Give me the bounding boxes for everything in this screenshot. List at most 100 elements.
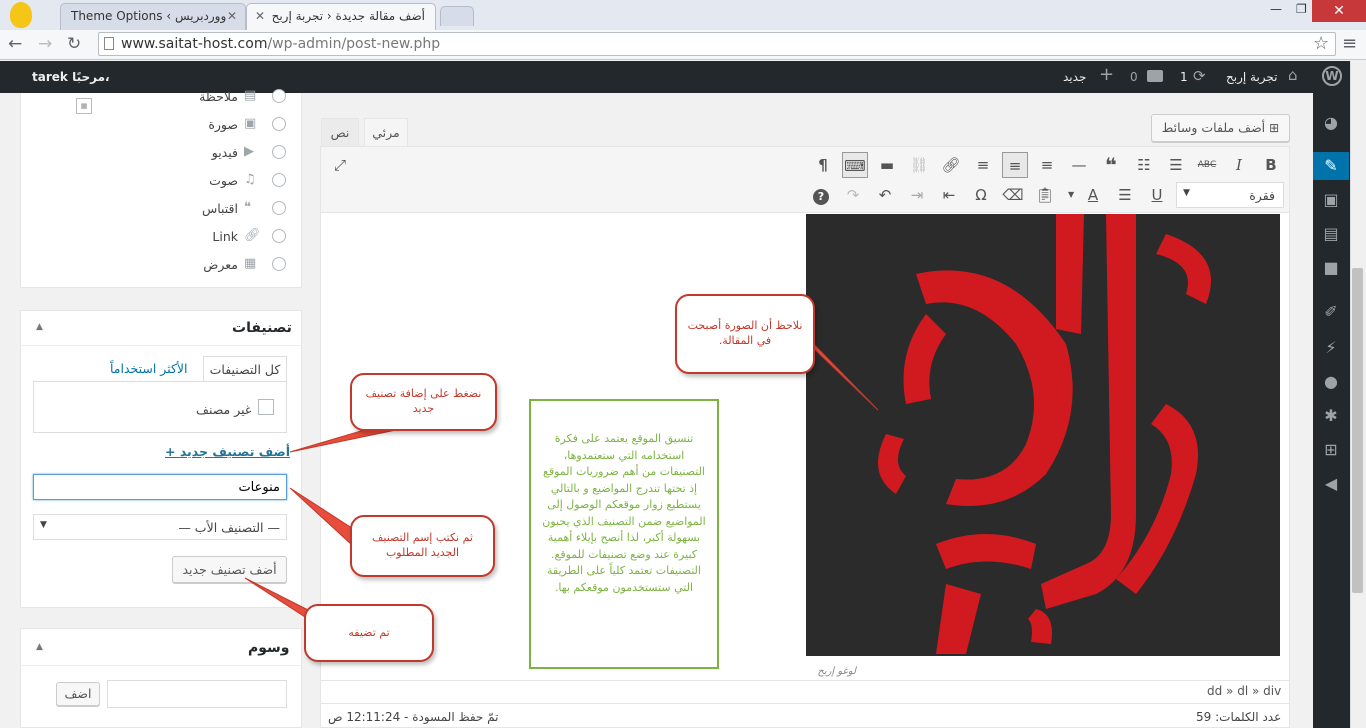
address-bar[interactable]: www.saitat-host.com/wp-admin/post-new.ph…	[98, 32, 1336, 56]
posts-pin-icon[interactable]: ✎	[1313, 152, 1349, 180]
comments-menu-icon[interactable]: ■	[1313, 254, 1349, 282]
video-icon: ▶	[244, 144, 254, 159]
clear-formatting-icon[interactable]: ⌫	[1000, 182, 1026, 208]
parent-category-select[interactable]: — التصنيف الأب — ▼	[33, 514, 287, 540]
text-color-icon[interactable]: A	[1080, 182, 1106, 208]
tags-title: وسوم	[248, 640, 290, 656]
media-icon[interactable]: ▣	[1313, 186, 1349, 214]
window-close-button[interactable]: ✕	[1312, 0, 1366, 22]
close-tab-icon[interactable]: ✕	[255, 9, 265, 23]
align-right-icon[interactable]: ≡	[970, 152, 996, 178]
settings-icon[interactable]: ⊞	[1313, 436, 1349, 464]
wordpress-logo-icon[interactable]: W	[1322, 66, 1342, 86]
numbered-list-icon[interactable]: ☷	[1131, 152, 1157, 178]
post-logo-image[interactable]	[806, 214, 1280, 656]
strikethrough-icon[interactable]: ABC	[1194, 152, 1220, 178]
category-checkbox[interactable]	[258, 399, 274, 415]
tools-icon[interactable]: ✱	[1313, 402, 1349, 430]
italic-icon[interactable]: I	[1226, 152, 1252, 178]
close-tab-icon[interactable]: ✕	[227, 9, 237, 23]
horizontal-line-icon[interactable]: —	[1066, 152, 1092, 178]
collapse-tags-icon[interactable]: ▲	[36, 642, 43, 652]
add-new-category-button[interactable]: أضف تصنيف جديد	[172, 556, 287, 583]
format-radio[interactable]	[272, 89, 286, 103]
dashboard-icon[interactable]: ◕	[1313, 109, 1349, 137]
format-option[interactable]: معرض ▦	[160, 254, 290, 276]
site-name-link[interactable]: تجربة إربح	[1226, 70, 1278, 84]
format-radio[interactable]	[272, 257, 286, 271]
rtl-icon[interactable]: ¶	[810, 152, 836, 178]
indent-icon[interactable]: ⇥	[904, 182, 930, 208]
special-character-icon[interactable]: Ω	[968, 182, 994, 208]
bold-icon[interactable]: B	[1258, 152, 1284, 178]
format-option[interactable]: Link 🔗︎	[160, 226, 290, 248]
add-media-icon: ⊞	[1269, 121, 1280, 135]
new-tab-button[interactable]	[440, 6, 474, 26]
tag-input[interactable]	[107, 680, 287, 708]
redo-icon[interactable]: ↷	[840, 182, 866, 208]
comments-icon[interactable]	[1147, 70, 1163, 82]
browser-tab-new-post[interactable]: أضف مقالة جديدة ‹ تجربة إربح ✕	[246, 3, 436, 30]
forward-icon[interactable]: →	[38, 34, 52, 54]
bookmark-star-icon[interactable]: ☆	[1313, 33, 1329, 54]
format-radio[interactable]	[272, 145, 286, 159]
minimize-icon[interactable]: —	[1270, 2, 1282, 16]
add-media-button[interactable]: ⊞ أضف ملفات وسائط	[1151, 114, 1290, 142]
tab-all-categories[interactable]: كل التصنيفات	[203, 356, 287, 382]
appearance-icon[interactable]: ✐	[1313, 298, 1349, 326]
add-tag-button[interactable]: اضف	[56, 682, 100, 706]
collapse-menu-icon[interactable]: ◀	[1313, 470, 1349, 498]
plus-icon[interactable]: +	[1099, 64, 1114, 85]
restore-icon[interactable]: ❐	[1296, 2, 1307, 16]
format-option[interactable]: فيديو ▶	[160, 142, 290, 164]
paragraph-format-select[interactable]: فقرة ▼	[1176, 182, 1284, 208]
updates-icon[interactable]: ⟳	[1193, 67, 1206, 85]
format-radio[interactable]	[272, 117, 286, 131]
menu-icon[interactable]: ≡	[1342, 33, 1357, 54]
browser-tab-theme-options[interactable]: Theme Options ‹ ووردبريس ✕	[60, 3, 246, 30]
format-option[interactable]: صورة ▣	[160, 114, 290, 136]
bulleted-list-icon[interactable]: ☰	[1163, 152, 1189, 178]
blockquote-icon[interactable]: ❝	[1098, 152, 1124, 178]
collapse-categories-icon[interactable]: ▲	[36, 322, 43, 332]
help-icon[interactable]: ?	[808, 182, 834, 208]
format-label: معرض	[203, 257, 238, 272]
tab-visual[interactable]: مرئي	[364, 118, 408, 147]
pages-icon[interactable]: ▤	[1313, 220, 1349, 248]
format-option[interactable]: اقتباس ❝	[160, 198, 290, 220]
align-center-icon[interactable]: ≡	[1002, 152, 1028, 178]
format-label: اقتباس	[201, 201, 238, 216]
scrollbar-thumb[interactable]	[1352, 268, 1363, 593]
greeting[interactable]: tarek مرحبًا،	[32, 70, 110, 84]
underline-icon[interactable]: U	[1144, 182, 1170, 208]
back-icon[interactable]: ←	[8, 34, 22, 54]
new-content-link[interactable]: جديد	[1063, 70, 1086, 84]
read-more-icon[interactable]: ▬	[874, 152, 900, 178]
toolbar-toggle-icon[interactable]: ⌨	[842, 152, 868, 178]
add-new-category-link[interactable]: + أضف تصنيف جديد	[165, 444, 290, 459]
insert-link-icon[interactable]: 🔗︎	[938, 152, 964, 178]
tab-text[interactable]: نص	[321, 118, 359, 147]
justify-icon[interactable]: ☰	[1112, 182, 1138, 208]
format-radio[interactable]	[272, 229, 286, 243]
outdent-icon[interactable]: ⇤	[936, 182, 962, 208]
profile-icon[interactable]	[10, 2, 32, 28]
new-category-input[interactable]	[33, 474, 287, 500]
fullscreen-icon[interactable]: ⤢	[327, 152, 353, 178]
format-option[interactable]: ملاحظة ▤	[160, 86, 290, 108]
tab-most-used[interactable]: الأكثر استخداماً	[110, 361, 188, 376]
text-color-arrow-icon[interactable]: ▼	[1068, 190, 1074, 199]
reload-icon[interactable]: ↻	[67, 34, 81, 54]
home-icon[interactable]: ⌂	[1288, 66, 1298, 84]
format-radio[interactable]	[272, 201, 286, 215]
paste-as-text-icon[interactable]: 📋︎	[1032, 182, 1058, 208]
unlink-icon[interactable]: ⛓	[906, 152, 932, 178]
format-option[interactable]: صوت ♫	[160, 170, 290, 192]
users-icon[interactable]: ●	[1313, 368, 1349, 396]
gallery-icon: ▦	[244, 256, 257, 271]
arabic-calligraphy-logo	[878, 214, 1211, 654]
format-radio[interactable]	[272, 173, 286, 187]
align-left-icon[interactable]: ≡	[1034, 152, 1060, 178]
undo-icon[interactable]: ↶	[872, 182, 898, 208]
plugins-icon[interactable]: ⚡	[1313, 334, 1349, 362]
